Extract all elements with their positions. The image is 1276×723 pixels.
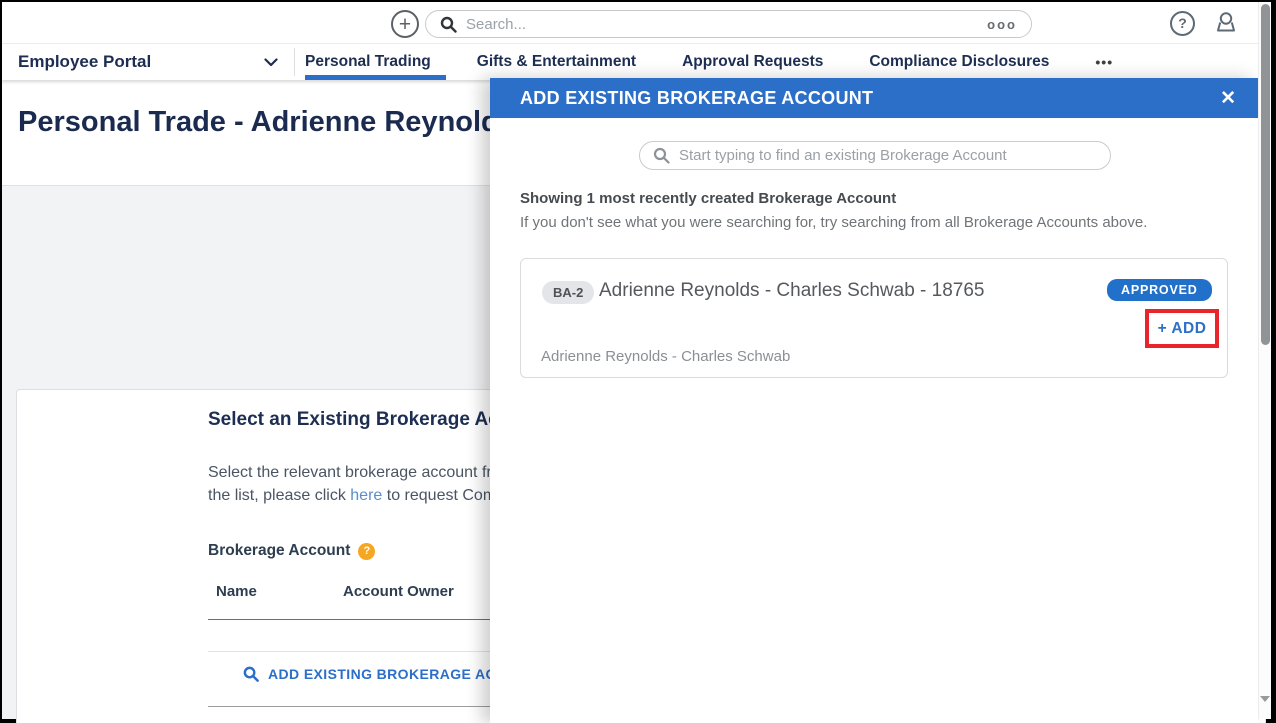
result-subtitle: Adrienne Reynolds - Charles Schwab [541,348,790,365]
portal-nav-bar: Employee Portal Personal Trading Gifts &… [2,44,1271,80]
nav-divider [294,48,295,76]
close-button[interactable]: ✕ [1220,89,1236,108]
add-button[interactable]: + ADD [1158,320,1207,338]
create-new-button[interactable]: + [391,10,419,38]
add-brokerage-panel: ADD EXISTING BROKERAGE ACCOUNT ✕ Showing… [490,78,1258,723]
scrollbar-down-arrow-icon[interactable] [1260,696,1270,702]
panel-search-input[interactable] [679,147,1097,164]
scrollbar-thumb[interactable] [1261,4,1270,345]
global-search-bar[interactable]: ooo [425,10,1032,38]
portal-selector-label: Employee Portal [18,52,151,72]
intro-line-2-prefix: the list, please click [208,487,350,504]
panel-title: ADD EXISTING BROKERAGE ACCOUNT [520,88,1220,109]
search-icon [653,147,670,164]
results-summary: Showing 1 most recently created Brokerag… [520,190,896,207]
page-scrollbar[interactable] [1258,2,1271,719]
user-profile-button[interactable] [1212,10,1240,38]
column-header-account-owner: Account Owner [343,583,454,600]
app-window: + ooo ? Employee Portal [0,0,1276,723]
active-tab-indicator [305,75,446,80]
tabs-more-icon[interactable]: ••• [1095,54,1113,70]
chevron-down-icon [264,58,278,67]
close-icon: ✕ [1220,88,1236,109]
search-options-icon[interactable]: ooo [987,17,1017,32]
tab-approval-requests[interactable]: Approval Requests [682,53,823,71]
portal-selector[interactable]: Employee Portal [18,44,288,80]
add-button-highlight-annotation: + ADD [1145,309,1219,348]
panel-header: ADD EXISTING BROKERAGE ACCOUNT ✕ [490,78,1258,118]
page-title: Personal Trade - Adrienne Reynolds [18,106,515,139]
global-search-input[interactable] [466,16,987,33]
intro-line-1: Select the relevant brokerage account fr… [208,464,514,482]
help-button[interactable]: ? [1170,11,1195,36]
results-hint: If you don't see what you were searching… [520,214,1147,231]
tab-gifts-entertainment[interactable]: Gifts & Entertainment [477,53,636,71]
request-compliance-link[interactable]: here [350,487,382,504]
search-icon [243,666,259,682]
record-id-badge: BA-2 [542,281,594,304]
top-utility-bar: + ooo ? [2,2,1271,44]
field-help-icon[interactable]: ? [358,543,375,560]
brokerage-account-field-label-row: Brokerage Account ? [208,542,375,560]
brokerage-account-label: Brokerage Account [208,542,350,560]
search-icon [440,16,457,33]
tab-personal-trading[interactable]: Personal Trading [305,53,431,71]
brokerage-account-result-card: BA-2 Adrienne Reynolds - Charles Schwab … [520,258,1228,378]
result-title: Adrienne Reynolds - Charles Schwab - 187… [599,280,985,302]
status-badge: APPROVED [1107,279,1212,301]
tab-compliance-disclosures[interactable]: Compliance Disclosures [869,53,1049,71]
panel-search-bar[interactable] [639,141,1111,170]
user-icon [1213,10,1239,36]
plus-icon: + [399,13,411,36]
column-header-name: Name [216,583,257,600]
question-icon: ? [1178,15,1187,31]
